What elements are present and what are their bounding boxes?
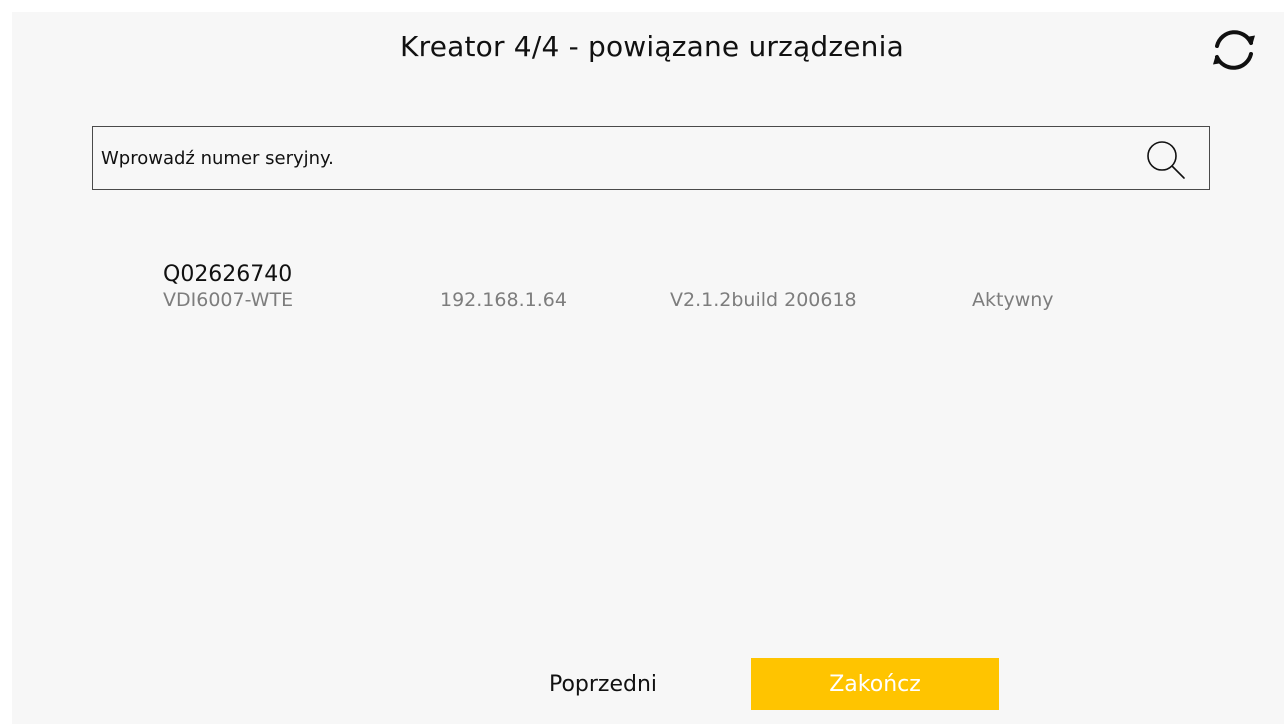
device-status: Aktywny: [972, 289, 1054, 311]
device-serial-number: Q02626740: [163, 262, 293, 287]
serial-number-search-input[interactable]: [93, 127, 1133, 189]
previous-button[interactable]: Poprzedni: [510, 658, 696, 710]
search-icon[interactable]: [1145, 139, 1187, 181]
search-box: [92, 126, 1210, 190]
finish-button[interactable]: Zakończ: [751, 658, 999, 710]
device-list-item[interactable]: Q02626740 VDI6007-WTE 192.168.1.64 V2.1.…: [0, 262, 1284, 322]
device-firmware-version: V2.1.2build 200618: [670, 289, 857, 311]
wizard-panel: [12, 12, 1284, 724]
page-title: Kreator 4/4 - powiązane urządzenia: [400, 30, 904, 63]
device-ip-address: 192.168.1.64: [440, 289, 567, 311]
refresh-icon: [1213, 30, 1255, 70]
refresh-button[interactable]: [1208, 24, 1260, 76]
device-model: VDI6007-WTE: [163, 289, 294, 311]
